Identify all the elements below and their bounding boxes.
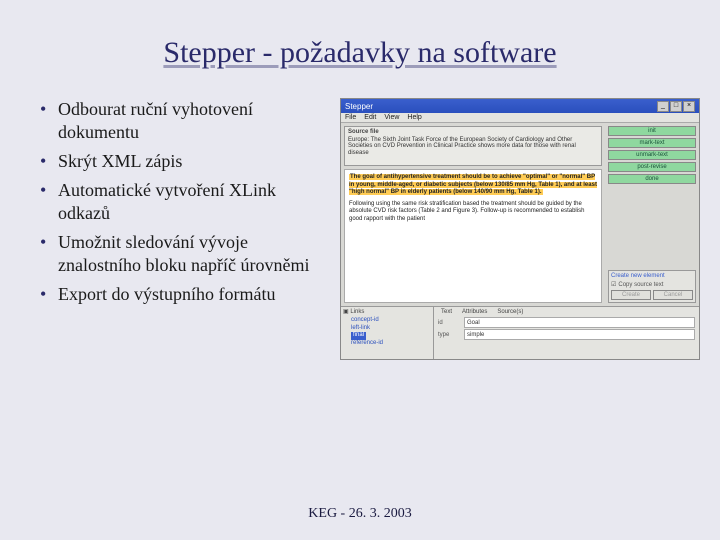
step-button-init[interactable]: init [608, 126, 696, 136]
tree-item[interactable]: concept-id [343, 317, 431, 325]
maximize-icon[interactable]: □ [670, 101, 682, 112]
app-screenshot: Stepper _ □ × File Edit View Help Source… [340, 98, 700, 360]
bullet-item: Automatické vytvoření XLink odkazů [40, 179, 330, 225]
bullet-list: Odbourat ruční vyhotovení dokumentu Skrý… [40, 98, 330, 312]
source-text: Europe: The Sixth Joint Task Force of th… [348, 137, 598, 157]
attr-key: type [438, 332, 460, 338]
cancel-button[interactable]: Cancel [653, 290, 693, 300]
attr-value-input[interactable]: simple [464, 329, 695, 340]
attr-tabs: Text Attributes Source(s) [438, 309, 695, 315]
checkbox-label: Copy source text [618, 282, 663, 288]
step-button-unmark[interactable]: unmark-text [608, 150, 696, 160]
content-row: Odbourat ruční vyhotovení dokumentu Skrý… [0, 80, 720, 360]
menu-edit[interactable]: Edit [364, 114, 376, 121]
menu-bar: File Edit View Help [341, 113, 699, 123]
tree-item[interactable]: left-link [343, 325, 431, 333]
tree-item[interactable]: reference-id [343, 340, 431, 348]
tab-attributes[interactable]: Attributes [459, 309, 490, 315]
attr-value-input[interactable]: Goal [464, 317, 695, 328]
step-button-done[interactable]: done [608, 174, 696, 184]
attr-row: type simple [438, 329, 695, 340]
copy-source-checkbox[interactable]: ☑ Copy source text [611, 281, 693, 288]
app-title: Stepper [345, 102, 656, 111]
menu-view[interactable]: View [384, 114, 399, 121]
source-label: Source file [348, 129, 598, 136]
attr-key: id [438, 320, 460, 326]
create-button[interactable]: Create [611, 290, 651, 300]
minimize-icon[interactable]: _ [657, 101, 669, 112]
bullet-item: Umožnit sledování vývoje znalostního blo… [40, 231, 330, 277]
create-element-panel: Create new element ☑ Copy source text Cr… [608, 270, 696, 303]
step-button-revise[interactable]: post-revise [608, 162, 696, 172]
attribute-panel: Text Attributes Source(s) id Goal type s… [434, 307, 699, 359]
bottom-panels: ▣ Links concept-id left-link final refer… [341, 306, 699, 359]
bullet-item: Export do výstupního formátu [40, 283, 330, 306]
document-panel[interactable]: The goal of antihypertensive treatment s… [344, 169, 602, 303]
footer: KEG - 26. 3. 2003 [0, 506, 720, 522]
tree-label: ▣ Links [343, 309, 431, 317]
tree-panel: ▣ Links concept-id left-link final refer… [341, 307, 434, 359]
app-body: Source file Europe: The Sixth Joint Task… [341, 123, 699, 306]
checkbox-icon: ☑ [611, 281, 616, 288]
tab-text[interactable]: Text [438, 309, 455, 315]
bullet-item: Skrýt XML zápis [40, 150, 330, 173]
attr-row: id Goal [438, 317, 695, 328]
slide-title: Stepper - požadavky na software [0, 0, 720, 80]
create-header: Create new element [611, 273, 693, 279]
title-bar: Stepper _ □ × [341, 99, 699, 113]
highlighted-text: The goal of antihypertensive treatment s… [349, 174, 597, 195]
menu-file[interactable]: File [345, 114, 356, 121]
left-column: Source file Europe: The Sixth Joint Task… [341, 123, 605, 306]
tree-item-selected[interactable]: final [351, 332, 366, 340]
step-button-mark[interactable]: mark-text [608, 138, 696, 148]
bullet-item: Odbourat ruční vyhotovení dokumentu [40, 98, 330, 144]
right-column: init mark-text unmark-text post-revise d… [605, 123, 699, 306]
menu-help[interactable]: Help [407, 114, 421, 121]
source-panel: Source file Europe: The Sixth Joint Task… [344, 126, 602, 166]
tab-sources[interactable]: Source(s) [494, 309, 526, 315]
close-icon[interactable]: × [683, 101, 695, 112]
document-text: Following using the same risk stratifica… [349, 201, 584, 222]
